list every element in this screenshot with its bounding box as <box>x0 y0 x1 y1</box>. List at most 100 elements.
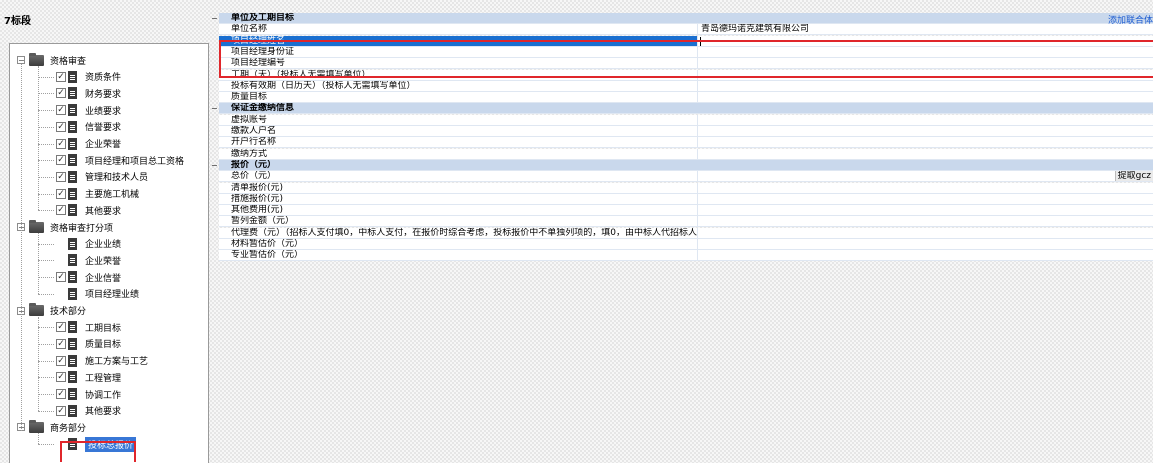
tree-item-label: 信誉要求 <box>85 123 122 134</box>
property-name: 缴款人户名 <box>219 126 698 136</box>
collapse-icon[interactable]: − <box>211 105 218 113</box>
grid-property-row[interactable]: 材料暂估价（元） <box>219 239 1153 250</box>
tree-item[interactable]: ✓ 管理和技术人员 <box>56 169 148 185</box>
tree-item[interactable]: 项目经理业绩 <box>56 286 139 302</box>
grid-property-row[interactable]: 总价（元） 提取gcz <box>219 171 1153 183</box>
grid-property-row[interactable]: 缴纳方式 <box>219 148 1153 160</box>
property-value[interactable] <box>698 149 1153 159</box>
property-value[interactable]: 提取gcz <box>698 171 1153 182</box>
tree-folder[interactable]: − 资格审查 <box>17 52 86 68</box>
extract-button[interactable]: 提取gcz <box>1114 171 1153 182</box>
property-name: 报价（元） <box>231 159 277 170</box>
tree-item[interactable]: ✓ 财务要求 <box>56 85 121 101</box>
document-icon <box>68 371 77 384</box>
property-value[interactable] <box>698 92 1153 102</box>
grid-property-row[interactable]: 缴款人户名 <box>219 126 1153 137</box>
checkbox-icon[interactable]: ✓ <box>56 205 66 216</box>
tree-item[interactable]: ✓ 其他要求 <box>56 403 121 419</box>
property-name: 总价（元） <box>219 171 698 182</box>
collapse-icon[interactable]: − <box>211 15 218 23</box>
property-value[interactable] <box>698 216 1153 226</box>
checkbox-icon[interactable]: ✓ <box>56 188 66 199</box>
grid-category-row[interactable]: − 保证金缴纳信息 <box>211 103 1153 115</box>
grid-property-row[interactable]: 专业暂估价（元） <box>219 250 1153 262</box>
checkbox-icon[interactable]: ✓ <box>56 88 66 99</box>
checkbox-icon[interactable]: ✓ <box>56 272 66 283</box>
tree-item[interactable]: 企业业绩 <box>56 236 121 252</box>
property-value[interactable] <box>698 228 1153 238</box>
grid-property-row[interactable]: 其他费用(元) <box>219 205 1153 217</box>
tree-item[interactable]: ✓ 其他要求 <box>56 202 121 218</box>
tree-item[interactable]: ✓ 项目经理和项目总工资格 <box>56 152 184 168</box>
document-icon <box>68 404 77 417</box>
highlight-box-grid <box>219 40 1153 78</box>
tree-item[interactable]: ✓ 企业荣誉 <box>56 136 121 152</box>
navigation-tree[interactable]: − 资格审查 ✓ 资质条件 ✓ 财务要求 ✓ 业绩要求 ✓ 信誉要求 ✓ 企业荣誉 ✓ 项目经理和项目总工… <box>9 43 209 463</box>
property-value[interactable]: 青岛德玛诺克建筑有限公司 <box>698 24 1153 34</box>
checkbox-icon[interactable]: ✓ <box>56 389 66 399</box>
grid-property-row[interactable]: 虚拟账号 <box>219 114 1153 126</box>
checkbox-icon[interactable]: ✓ <box>56 121 66 132</box>
tree-item[interactable]: ✓ 业绩要求 <box>56 102 121 118</box>
property-name: 保证金缴纳信息 <box>231 103 295 114</box>
property-value[interactable] <box>698 81 1153 91</box>
grid-property-row[interactable]: 开户行名称 <box>219 137 1153 149</box>
tree-item[interactable]: ✓ 施工方案与工艺 <box>56 353 148 369</box>
grid-property-row[interactable]: 质量目标 <box>219 92 1153 104</box>
grid-property-row[interactable]: 投标有效期（日历天）（投标人无需填写单位） <box>219 80 1153 92</box>
property-value[interactable] <box>698 115 1153 125</box>
collapse-icon[interactable]: − <box>17 56 25 65</box>
property-name: 开户行名称 <box>219 137 698 148</box>
property-name: 质量目标 <box>219 92 698 103</box>
tree-item[interactable]: 企业荣誉 <box>56 252 121 268</box>
property-value[interactable] <box>698 239 1153 249</box>
tree-folder[interactable]: − 资格审查打分项 <box>17 219 113 235</box>
tree-item[interactable]: ✓ 资质条件 <box>56 69 121 85</box>
document-icon <box>68 137 77 150</box>
property-value[interactable] <box>698 183 1153 193</box>
checkbox-icon[interactable]: ✓ <box>56 405 66 416</box>
tree-item-label: 商务部分 <box>50 423 87 434</box>
grid-property-row[interactable]: 暂列金额（元） <box>219 216 1153 228</box>
tree-item[interactable]: ✓ 工程管理 <box>56 369 121 385</box>
tree-item[interactable]: ✓ 信誉要求 <box>56 119 121 135</box>
property-value[interactable] <box>698 194 1153 204</box>
checkbox-icon[interactable]: ✓ <box>56 105 66 116</box>
tree-item-label: 业绩要求 <box>85 106 122 117</box>
property-value[interactable] <box>698 137 1153 147</box>
tree-item[interactable]: ✓ 企业信誉 <box>56 269 121 285</box>
grid-property-row[interactable]: 单位名称 青岛德玛诺克建筑有限公司 <box>219 24 1153 36</box>
checkbox-icon[interactable]: ✓ <box>56 355 66 366</box>
checkbox-icon[interactable]: ✓ <box>56 372 66 383</box>
checkbox-icon[interactable]: ✓ <box>56 71 66 82</box>
tree-item-label: 其他要求 <box>85 407 122 418</box>
grid-property-row[interactable]: 措施报价(元) <box>219 193 1153 205</box>
tree-folder[interactable]: − 商务部分 <box>17 419 86 435</box>
grid-category-row[interactable]: − 报价（元） <box>211 159 1153 171</box>
grid-property-row[interactable]: 代理费（元）（招标人支付填0，中标人支付，在报价时综合考虑，投标报价中不单独列项… <box>219 227 1153 239</box>
tree-item[interactable]: ✓ 质量目标 <box>56 336 121 352</box>
tree-item-label: 项目经理和项目总工资格 <box>85 156 185 167</box>
property-value[interactable] <box>698 250 1153 260</box>
checkbox-icon[interactable]: ✓ <box>56 138 66 149</box>
checkbox-icon[interactable]: ✓ <box>56 155 66 166</box>
document-icon <box>68 388 77 400</box>
property-name: 其他费用(元) <box>219 205 698 216</box>
property-value[interactable] <box>698 205 1153 215</box>
grid-property-row[interactable]: 清单报价(元) <box>219 182 1153 194</box>
property-value[interactable] <box>698 126 1153 136</box>
tree-item-label: 协调工作 <box>85 390 122 401</box>
tree-item-label: 资格审查 <box>50 56 87 67</box>
property-name: 暂列金额（元） <box>219 216 698 227</box>
tree-folder[interactable]: − 技术部分 <box>17 303 86 319</box>
tree-item-label: 资质条件 <box>85 73 122 84</box>
tree-item[interactable]: ✓ 协调工作 <box>56 386 121 402</box>
document-icon <box>68 170 77 183</box>
tree-item[interactable]: ✓ 工期目标 <box>56 319 121 335</box>
checkbox-icon[interactable]: ✓ <box>56 338 66 349</box>
grid-category-row[interactable]: − 单位及工期目标 添加联合体 <box>211 13 1153 26</box>
checkbox-icon[interactable]: ✓ <box>56 171 66 182</box>
collapse-icon[interactable]: − <box>211 161 218 169</box>
checkbox-icon[interactable]: ✓ <box>56 322 66 333</box>
tree-item[interactable]: ✓ 主要施工机械 <box>56 186 139 202</box>
